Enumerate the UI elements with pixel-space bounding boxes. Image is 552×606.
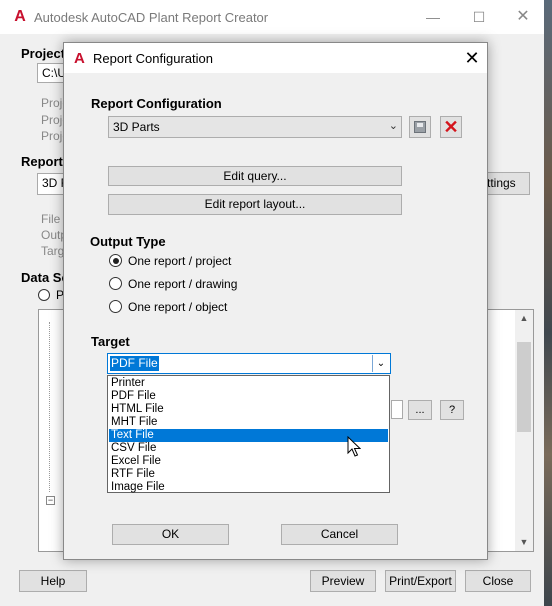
target-select[interactable]: PDF File ⌄ [107,353,391,374]
option-rtf-file[interactable]: RTF File [109,468,388,481]
edit-query-button[interactable]: Edit query... [108,166,402,186]
ok-button[interactable]: OK [112,524,229,545]
desktop-background-right [544,0,552,606]
print-export-button[interactable]: Print/Export [385,570,456,592]
main-window-title: Autodesk AutoCAD Plant Report Creator [34,10,269,25]
data-source-radio[interactable] [38,289,50,301]
option-pdf-file[interactable]: PDF File [109,390,388,403]
output-file-field[interactable] [391,400,403,419]
dialog-title: Report Configuration [93,51,213,66]
scroll-thumb[interactable] [517,342,531,432]
preview-button[interactable]: Preview [310,570,376,592]
edit-report-layout-button[interactable]: Edit report layout... [108,194,402,215]
dialog-close-icon[interactable]: ✕ [460,46,484,70]
autocad-logo-icon: A [74,50,85,67]
radio-label-project: One report / project [128,254,232,268]
project-heading: Project [21,46,66,61]
delete-config-button[interactable]: ✕ [440,116,462,138]
data-source-heading: Data Sc [21,270,69,285]
option-mht-file[interactable]: MHT File [109,416,388,429]
option-html-file[interactable]: HTML File [109,403,388,416]
config-select[interactable]: 3D Parts ⌄ [108,116,402,138]
config-select-value: 3D Parts [113,120,160,134]
radio-one-report-object[interactable] [109,300,122,313]
output-type-heading: Output Type [90,234,166,249]
browse-button[interactable]: ... [408,400,432,420]
tree-expand-icon[interactable]: − [46,496,55,505]
maximize-icon[interactable]: ☐ [456,0,502,34]
option-printer[interactable]: Printer [109,377,388,390]
autocad-logo-icon: A [14,8,26,25]
report-prop-3: Targ [41,244,65,258]
radio-label-object: One report / object [128,300,228,314]
close-button[interactable]: Close [465,570,531,592]
help-button[interactable]: Help [19,570,87,592]
delete-x-icon: ✕ [443,117,459,137]
tree-guide-line [49,322,50,492]
option-image-file[interactable]: Image File [109,481,388,494]
radio-one-report-drawing[interactable] [109,277,122,290]
config-heading: Report Configuration [91,96,222,111]
save-config-button[interactable] [409,116,431,138]
main-title-bar: A Autodesk AutoCAD Plant Report Creator … [0,0,544,34]
scroll-down-icon[interactable]: ▼ [515,534,533,550]
chevron-down-icon: ⌄ [388,120,398,132]
radio-one-report-project[interactable] [109,254,122,267]
minimize-icon[interactable]: — [410,0,456,34]
target-select-value: PDF File [110,356,159,371]
mouse-pointer-icon [347,436,361,457]
report-heading: Report [21,154,63,169]
radio-label-drawing: One report / drawing [128,277,238,291]
dialog-title-bar: A Report Configuration ✕ [64,43,487,73]
scroll-up-icon[interactable]: ▲ [515,310,533,326]
target-heading: Target [91,334,130,349]
close-window-icon[interactable]: ✕ [500,0,546,34]
cancel-button[interactable]: Cancel [281,524,398,545]
save-disk-icon [414,121,426,133]
chevron-down-icon[interactable]: ⌄ [372,355,389,372]
target-dropdown-list[interactable]: Printer PDF File HTML File MHT File Text… [107,375,390,493]
help-question-button[interactable]: ? [440,400,464,420]
tree-scrollbar[interactable]: ▲ ▼ [515,310,533,551]
